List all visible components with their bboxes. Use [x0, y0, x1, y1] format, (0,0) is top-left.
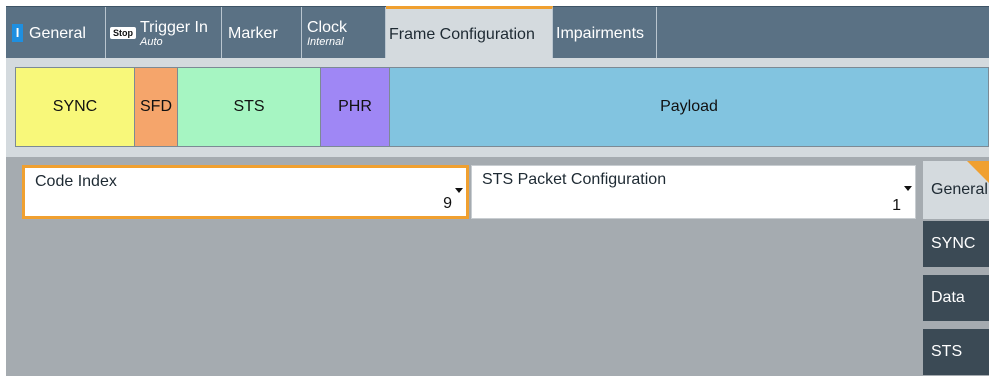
- tab-marker-label: Marker: [228, 24, 278, 42]
- segment-sync[interactable]: SYNC: [15, 67, 135, 147]
- segment-phr[interactable]: PHR: [320, 67, 390, 147]
- side-nav-sync-label: SYNC: [931, 235, 976, 252]
- tab-clock[interactable]: Clock Internal: [302, 7, 386, 59]
- side-nav: General SYNC Data STS: [923, 157, 989, 376]
- segment-payload-label: Payload: [660, 98, 718, 115]
- tab-clock-label: Clock: [307, 18, 348, 36]
- segment-sts[interactable]: STS: [177, 67, 321, 147]
- window: I General Stop Trigger In Auto Marker Cl…: [0, 0, 989, 376]
- tab-trigger-in-label: Trigger In: [140, 18, 208, 36]
- segment-sfd[interactable]: SFD: [134, 67, 178, 147]
- active-corner-icon: [967, 161, 989, 183]
- tab-clock-sub: Internal: [307, 35, 344, 48]
- side-nav-data-label: Data: [931, 289, 965, 306]
- tab-marker[interactable]: Marker: [222, 7, 302, 59]
- stop-icon: Stop: [110, 27, 136, 39]
- config-panel: Code Index 9 STS Packet Configuration 1 …: [6, 155, 989, 376]
- chevron-down-icon: [455, 188, 463, 193]
- side-nav-sync[interactable]: SYNC: [923, 221, 989, 267]
- sts-packet-configuration-label: STS Packet Configuration: [482, 171, 667, 188]
- side-nav-sts-label: STS: [931, 343, 963, 360]
- segment-sts-label: STS: [233, 98, 265, 115]
- sts-packet-configuration-value: 1: [892, 197, 901, 214]
- tab-trigger-in[interactable]: Stop Trigger In Auto: [106, 7, 222, 59]
- tab-bar: I General Stop Trigger In Auto Marker Cl…: [6, 6, 989, 59]
- tab-general[interactable]: I General: [6, 7, 106, 59]
- tab-impairments[interactable]: Impairments: [553, 7, 657, 59]
- tab-trigger-in-sub: Auto: [140, 35, 163, 48]
- code-index-value: 9: [443, 195, 452, 212]
- side-nav-sts[interactable]: STS: [923, 329, 989, 375]
- side-nav-general-label: General: [931, 181, 988, 198]
- chevron-down-icon: [904, 186, 912, 191]
- tab-general-label: General: [29, 24, 86, 42]
- segment-sync-label: SYNC: [52, 98, 98, 115]
- code-index-field[interactable]: Code Index 9: [22, 165, 469, 219]
- segment-sfd-label: SFD: [140, 98, 172, 115]
- tab-frame-configuration[interactable]: Frame Configuration: [386, 6, 553, 59]
- code-index-label: Code Index: [35, 173, 117, 190]
- side-nav-data[interactable]: Data: [923, 275, 989, 321]
- tab-frame-configuration-label: Frame Configuration: [389, 25, 535, 43]
- tab-impairments-label: Impairments: [556, 24, 645, 42]
- segment-payload[interactable]: Payload: [389, 67, 989, 147]
- state-on-icon: I: [12, 24, 23, 42]
- side-nav-general[interactable]: General: [923, 161, 989, 219]
- frame-structure: SYNC SFD STS PHR Payload: [6, 58, 989, 155]
- sts-packet-configuration-field[interactable]: STS Packet Configuration 1: [471, 165, 916, 219]
- segment-phr-label: PHR: [338, 98, 372, 115]
